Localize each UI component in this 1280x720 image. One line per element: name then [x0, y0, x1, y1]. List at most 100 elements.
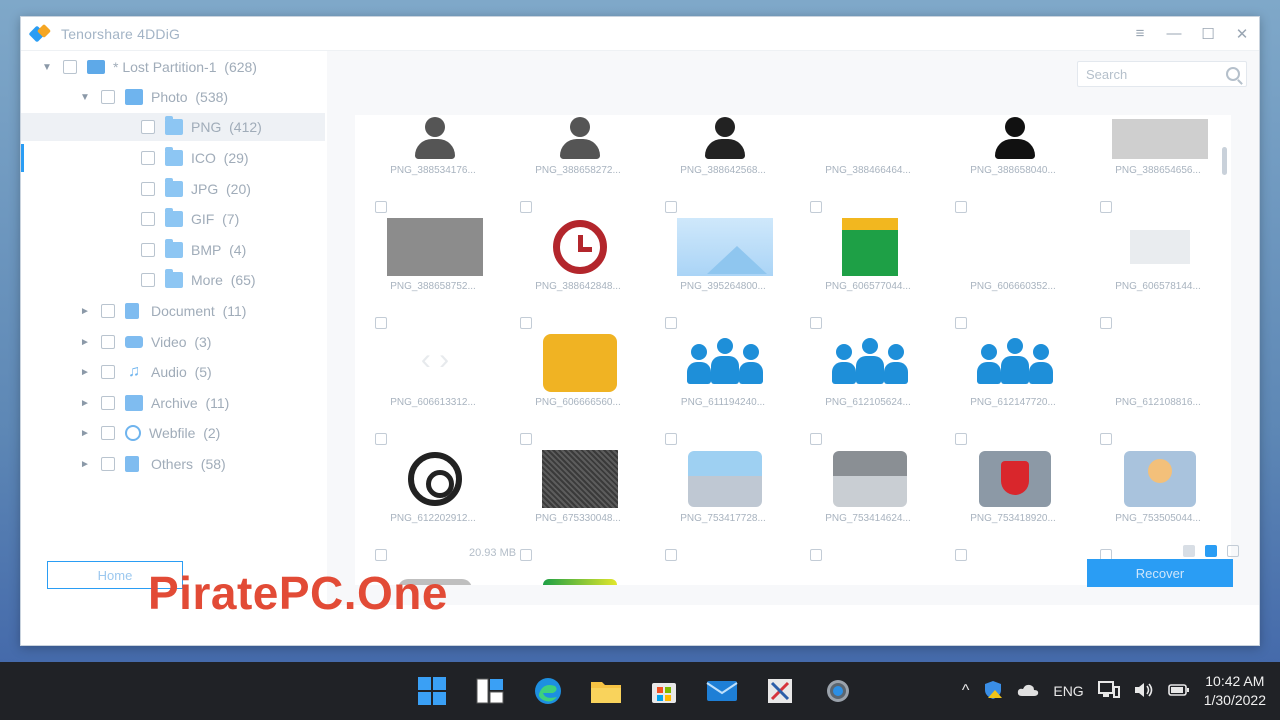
- menu-icon[interactable]: ≡: [1123, 17, 1157, 51]
- file-checkbox[interactable]: [955, 317, 967, 329]
- onedrive-cloud-icon[interactable]: [1017, 683, 1039, 700]
- file-tile[interactable]: PNG_388658272...: [508, 115, 646, 187]
- chevron-right-icon[interactable]: ►: [79, 306, 91, 317]
- file-checkbox[interactable]: [955, 433, 967, 445]
- file-checkbox[interactable]: [375, 201, 387, 213]
- file-tile[interactable]: ‹ › PNG_606613312...: [363, 311, 501, 419]
- tree-item-video[interactable]: ► Video (3): [79, 328, 211, 356]
- chevron-down-icon[interactable]: ▼: [41, 62, 53, 73]
- mail-icon[interactable]: [704, 673, 740, 709]
- clock[interactable]: 10:42 AM 1/30/2022: [1204, 672, 1266, 710]
- preview-view-icon[interactable]: [1227, 545, 1239, 557]
- chevron-right-icon[interactable]: ►: [79, 428, 91, 439]
- grid-view-icon[interactable]: [1205, 545, 1217, 557]
- tree-item-webfile[interactable]: ► Webfile (2): [79, 419, 220, 447]
- file-tile[interactable]: PNG_606577044...: [798, 195, 936, 303]
- checkbox[interactable]: [101, 90, 115, 104]
- checkbox[interactable]: [101, 365, 115, 379]
- checkbox[interactable]: [141, 151, 155, 165]
- tree-item-document[interactable]: ► Document (11): [79, 297, 246, 325]
- search-input[interactable]: Search: [1077, 61, 1247, 87]
- edge-browser-icon[interactable]: [530, 673, 566, 709]
- scrollbar-thumb[interactable]: [1222, 147, 1227, 175]
- language-indicator[interactable]: ENG: [1053, 683, 1083, 699]
- checkbox[interactable]: [101, 426, 115, 440]
- checkbox[interactable]: [101, 335, 115, 349]
- file-checkbox[interactable]: [375, 317, 387, 329]
- file-checkbox[interactable]: [665, 549, 677, 561]
- file-tile[interactable]: PNG_612108816...: [1088, 311, 1226, 419]
- file-tile[interactable]: PNG_606666560...: [508, 311, 646, 419]
- checkbox[interactable]: [141, 120, 155, 134]
- file-tile[interactable]: PNG_606660352...: [943, 195, 1081, 303]
- recover-button[interactable]: Recover: [1087, 559, 1233, 587]
- file-tile[interactable]: PNG_388658752...: [363, 195, 501, 303]
- tree-item-archive[interactable]: ► Archive (11): [79, 389, 229, 417]
- file-checkbox[interactable]: [520, 201, 532, 213]
- thumbnail-grid[interactable]: PNG_388534176... PNG_388658272... PNG_38…: [355, 115, 1231, 585]
- microsoft-store-icon[interactable]: [646, 673, 682, 709]
- file-checkbox[interactable]: [810, 317, 822, 329]
- file-tile[interactable]: PNG_388466464...: [798, 115, 936, 187]
- file-explorer-icon[interactable]: [588, 673, 624, 709]
- tree-item-gif[interactable]: GIF (7): [141, 205, 239, 233]
- file-tile[interactable]: PNG_753505044...: [1088, 427, 1226, 535]
- checkbox[interactable]: [63, 60, 77, 74]
- network-icon[interactable]: [1097, 680, 1120, 702]
- checkbox[interactable]: [101, 304, 115, 318]
- file-tile[interactable]: PNG_612105624...: [798, 311, 936, 419]
- file-tile[interactable]: [508, 543, 646, 585]
- tree-item-png[interactable]: PNG (412): [21, 113, 325, 141]
- tree-item-jpg[interactable]: JPG (20): [141, 175, 251, 203]
- checkbox[interactable]: [141, 182, 155, 196]
- tree-item-audio[interactable]: ► ♫ Audio (5): [79, 358, 212, 386]
- start-button[interactable]: [414, 673, 450, 709]
- chevron-right-icon[interactable]: ►: [79, 367, 91, 378]
- checkbox[interactable]: [101, 396, 115, 410]
- file-checkbox[interactable]: [1100, 201, 1112, 213]
- file-tile[interactable]: PNG_388642568...: [653, 115, 791, 187]
- tree-item-ico[interactable]: ICO (29): [141, 144, 249, 172]
- file-tile[interactable]: PNG_388534176...: [363, 115, 501, 187]
- file-tile[interactable]: [943, 543, 1081, 585]
- security-icon[interactable]: [983, 680, 1003, 703]
- minimize-button[interactable]: —: [1157, 17, 1191, 51]
- tree-item-photo[interactable]: ▼ Photo (538): [79, 83, 228, 111]
- file-tile[interactable]: PNG_611194240...: [653, 311, 791, 419]
- file-checkbox[interactable]: [1100, 433, 1112, 445]
- file-checkbox[interactable]: [375, 433, 387, 445]
- file-checkbox[interactable]: [810, 549, 822, 561]
- file-checkbox[interactable]: [520, 317, 532, 329]
- checkbox[interactable]: [141, 212, 155, 226]
- snipping-tool-icon[interactable]: [762, 673, 798, 709]
- chevron-right-icon[interactable]: ►: [79, 459, 91, 470]
- volume-icon[interactable]: [1134, 681, 1154, 702]
- file-tile[interactable]: PNG_606578144...: [1088, 195, 1226, 303]
- file-tile[interactable]: PNG_612147720...: [943, 311, 1081, 419]
- file-checkbox[interactable]: [520, 433, 532, 445]
- chevron-up-icon[interactable]: ^: [962, 682, 970, 700]
- task-view-icon[interactable]: [472, 673, 508, 709]
- file-tile[interactable]: [798, 543, 936, 585]
- file-tile[interactable]: [653, 543, 791, 585]
- file-tile[interactable]: PNG_612202912...: [363, 427, 501, 535]
- file-checkbox[interactable]: [810, 201, 822, 213]
- file-checkbox[interactable]: [955, 201, 967, 213]
- file-tile[interactable]: PNG_753418920...: [943, 427, 1081, 535]
- file-checkbox[interactable]: [955, 549, 967, 561]
- list-view-icon[interactable]: [1183, 545, 1195, 557]
- file-tile[interactable]: PNG_388642848...: [508, 195, 646, 303]
- file-checkbox[interactable]: [665, 317, 677, 329]
- file-checkbox[interactable]: [375, 549, 387, 561]
- file-tile[interactable]: PNG_753414624...: [798, 427, 936, 535]
- close-button[interactable]: ✕: [1225, 17, 1259, 51]
- tree-item-root[interactable]: ▼ * Lost Partition-1 (628): [41, 53, 257, 81]
- tree-item-others[interactable]: ► Others (58): [79, 450, 226, 478]
- file-tile[interactable]: PNG_388658040...: [943, 115, 1081, 187]
- settings-gear-icon[interactable]: [820, 673, 856, 709]
- file-checkbox[interactable]: [665, 201, 677, 213]
- file-tile[interactable]: PNG_388654656...: [1088, 115, 1226, 187]
- file-tile[interactable]: PNG_395264800...: [653, 195, 791, 303]
- file-checkbox[interactable]: [1100, 317, 1112, 329]
- chevron-down-icon[interactable]: ▼: [79, 92, 91, 103]
